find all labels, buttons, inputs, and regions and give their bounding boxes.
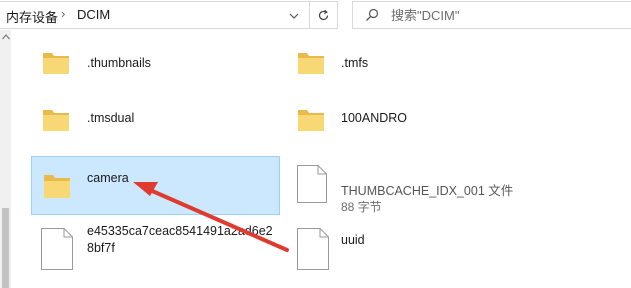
item-name: uuid [341,233,365,247]
search-box[interactable] [352,1,631,29]
item-name-line1: e45335ca7ceac8541491a2ad6e2 [87,224,273,238]
file-icon [41,228,73,270]
file-icon [297,165,327,203]
folder-icon [43,53,69,74]
folder-icon [298,110,324,131]
list-item[interactable]: .thumbnails [32,38,280,86]
item-name: THUMBCACHE_IDX_001 文件 [341,184,514,198]
breadcrumb-separator: › [61,6,66,21]
list-item[interactable]: e45335ca7ceac8541491a2ad6e2 8bf7f [32,222,280,282]
list-item[interactable]: .tmfs [288,38,536,86]
list-item[interactable]: 100ANDRO [288,94,536,142]
item-name: camera [87,171,129,185]
chevron-up-icon[interactable] [2,34,10,40]
list-item-selected[interactable]: camera [31,156,280,215]
history-dropdown-button[interactable] [283,3,305,29]
list-item[interactable]: uuid [288,222,536,282]
list-item[interactable]: THUMBCACHE_IDX_001 文件 88 字节 [288,156,588,215]
breadcrumb-item-dcim[interactable]: DCIM [77,7,110,22]
chevron-down-icon [289,13,299,19]
item-name: .tmsdual [87,111,135,125]
item-name: 100ANDRO [341,111,407,125]
refresh-icon [318,9,329,20]
breadcrumb-item-device[interactable]: 内存设备 [6,7,58,26]
item-name: .thumbnails [87,56,151,70]
folder-icon [44,175,70,198]
search-input[interactable] [391,5,621,25]
item-size: 88 字节 [341,200,382,214]
folder-icon [298,53,324,74]
search-icon [366,8,379,21]
folder-icon [43,110,69,131]
list-item[interactable]: .tmsdual [32,94,280,142]
file-icon [297,228,329,270]
address-bar-row: 内存设备 › DCIM [0,0,631,30]
refresh-button[interactable] [310,1,338,29]
scrollbar-thumb[interactable] [2,208,9,288]
item-name: .tmfs [341,56,369,70]
breadcrumb[interactable]: 内存设备 › DCIM [0,1,310,29]
item-name-line2: 8bf7f [87,241,115,255]
